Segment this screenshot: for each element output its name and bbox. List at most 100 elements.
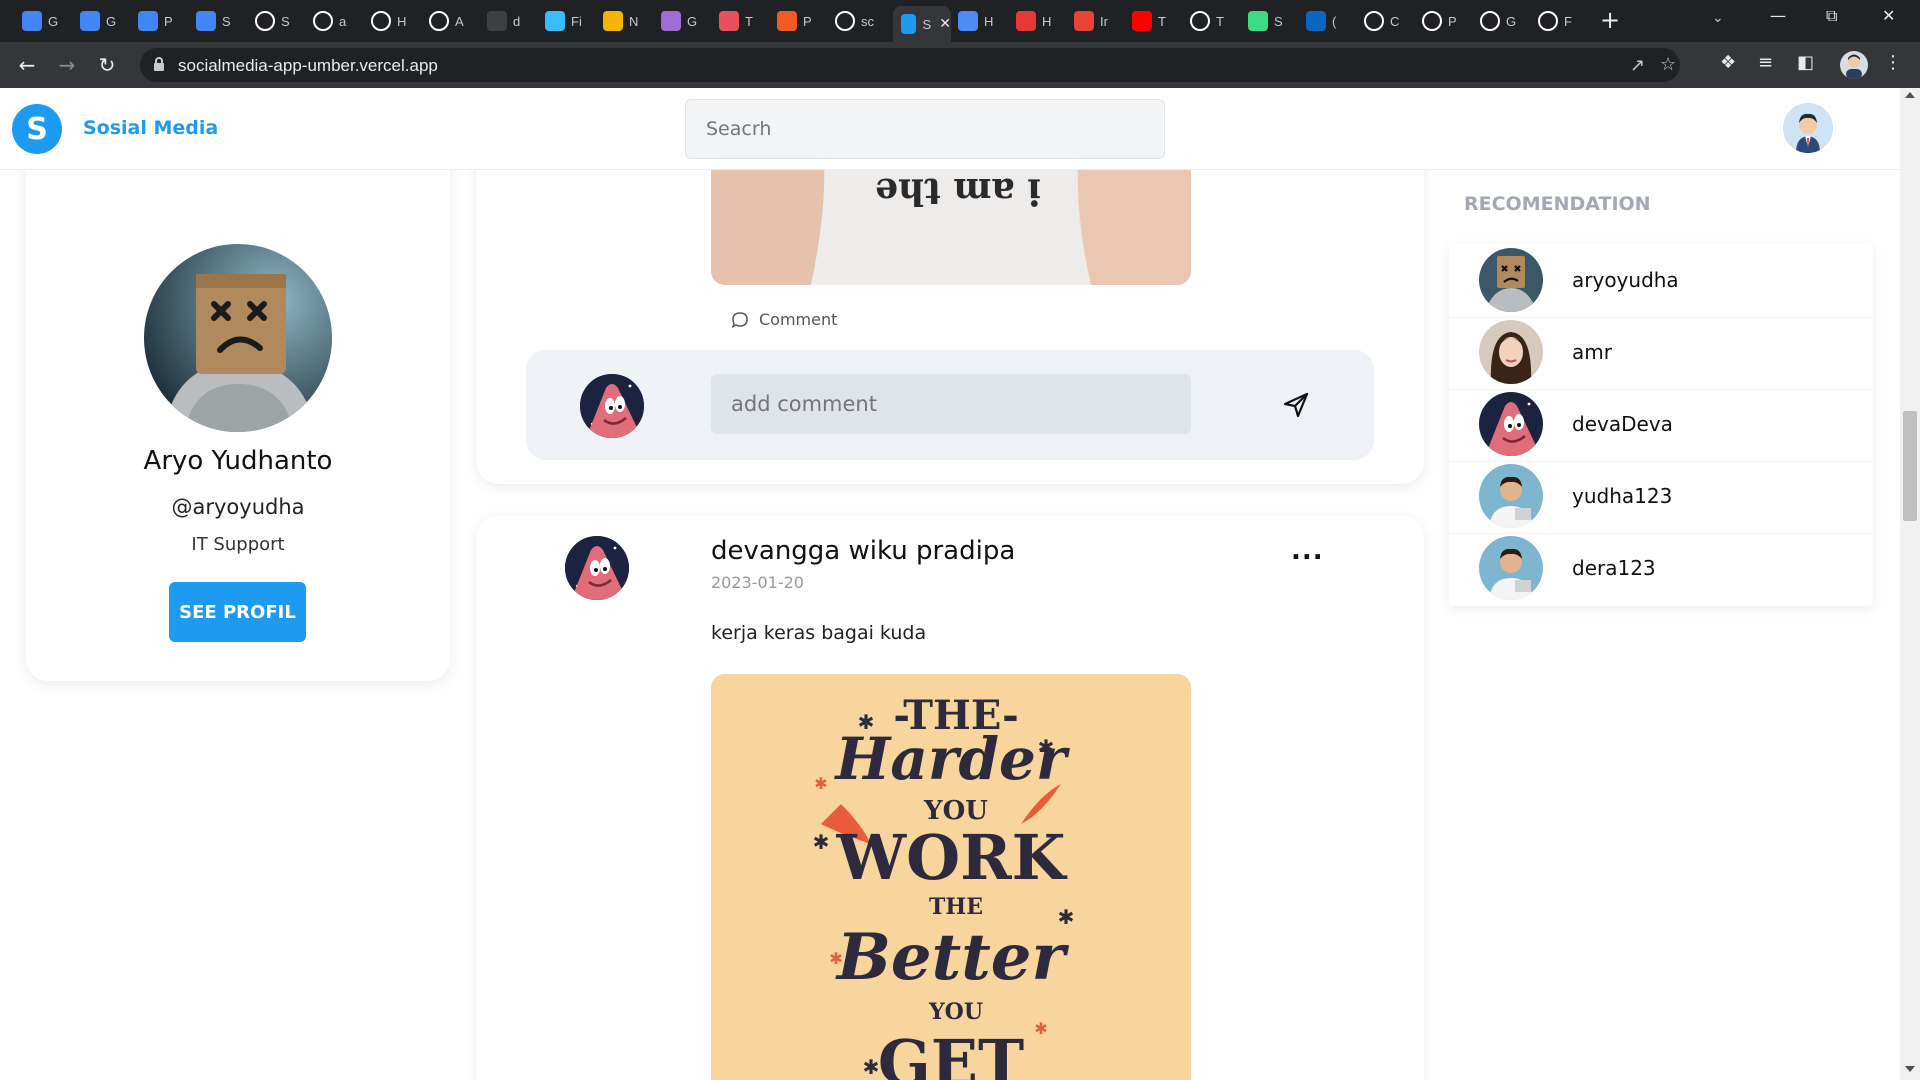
youtube-icon xyxy=(1132,11,1152,31)
browser-tab[interactable]: G xyxy=(653,8,701,34)
forward-arrow-icon[interactable]: → xyxy=(54,52,80,78)
comment-input[interactable] xyxy=(711,374,1191,434)
app-logo[interactable]: S xyxy=(12,104,62,154)
browser-tab[interactable]: H xyxy=(950,8,998,34)
tab-search-chevron-icon[interactable]: ⌄ xyxy=(1712,10,1724,26)
recommendation-username[interactable]: aryoyudha xyxy=(1572,268,1679,292)
recommendation-item[interactable]: devaDeva xyxy=(1449,390,1873,462)
browser-tab[interactable]: S xyxy=(1240,8,1288,34)
browser-tab-title: S xyxy=(1274,13,1283,29)
restore-button[interactable]: ⧉ xyxy=(1826,6,1837,26)
lock-icon xyxy=(154,57,164,71)
browser-tab[interactable]: A xyxy=(421,8,469,34)
svg-text:✱: ✱ xyxy=(813,830,830,854)
recommendation-avatar[interactable] xyxy=(1479,536,1543,600)
extensions-puzzle-icon[interactable]: ❖ xyxy=(1720,52,1736,73)
post-image[interactable]: ✱ ✱ ✱ ✱ ✱ ✱ ✱ ✱ -THE- Harder YOU WORK THE Be… xyxy=(711,674,1191,1080)
url-text[interactable]: socialmedia-app-umber.vercel.app xyxy=(178,56,438,76)
browser-tab-title: G xyxy=(1506,13,1517,29)
poster-line: THE xyxy=(929,894,983,920)
recommendation-avatar[interactable] xyxy=(1479,464,1543,528)
browser-tab-title: S xyxy=(281,13,290,29)
post-author-avatar[interactable] xyxy=(565,536,629,600)
recommendation-item[interactable]: amr xyxy=(1449,318,1873,390)
github-icon xyxy=(313,11,333,31)
browser-tab[interactable]: F xyxy=(1530,8,1578,34)
post-text: kerja keras bagai kuda xyxy=(711,622,927,644)
share-icon[interactable]: ↗ xyxy=(1630,55,1645,76)
recommendation-item[interactable]: aryoyudha xyxy=(1449,246,1873,318)
browser-tab[interactable]: P xyxy=(130,8,178,34)
page-scrollbar[interactable] xyxy=(1900,88,1920,1080)
recommendation-item[interactable]: dera123 xyxy=(1449,534,1873,606)
close-window-button[interactable]: ✕ xyxy=(1882,6,1895,25)
browser-tab[interactable]: P xyxy=(1414,8,1462,34)
browser-tab[interactable]: S xyxy=(188,8,236,34)
browser-tab[interactable]: P xyxy=(769,8,817,34)
browser-tab-title: a xyxy=(339,13,347,29)
more-options-icon[interactable]: ... xyxy=(1291,536,1324,566)
scroll-up-arrow-icon[interactable] xyxy=(1905,92,1915,98)
browser-tab-title: T xyxy=(1158,13,1166,29)
browser-tab[interactable]: H xyxy=(363,8,411,34)
browser-menu-icon[interactable]: ⋮ xyxy=(1884,52,1902,73)
recommendation-item[interactable]: yudha123 xyxy=(1449,462,1873,534)
reload-icon[interactable]: ↻ xyxy=(94,52,120,78)
scrollbar-thumb[interactable] xyxy=(1903,411,1917,521)
send-icon[interactable] xyxy=(1281,390,1311,420)
browser-tab[interactable]: G xyxy=(72,8,120,34)
browser-tab[interactable]: ( xyxy=(1298,8,1346,34)
postman-icon xyxy=(777,11,797,31)
recommendation-avatar[interactable] xyxy=(1479,320,1543,384)
browser-profile-avatar[interactable] xyxy=(1840,51,1868,79)
app-s-icon xyxy=(901,14,917,34)
linkedin-icon xyxy=(1306,11,1326,31)
comment-link[interactable]: Comment xyxy=(731,310,837,329)
browser-tab-title: G xyxy=(106,13,117,29)
browser-tab-title: G xyxy=(48,13,59,29)
scroll-down-arrow-icon[interactable] xyxy=(1905,1066,1915,1072)
media-queue-icon[interactable]: ≡ xyxy=(1758,52,1773,73)
address-bar[interactable]: socialmedia-app-umber.vercel.app ↗ ☆ xyxy=(140,48,1680,82)
brand-name[interactable]: Sosial Media xyxy=(83,117,218,139)
browser-tab[interactable]: d xyxy=(479,8,527,34)
browser-tab[interactable]: a xyxy=(305,8,353,34)
side-panel-icon[interactable]: ◧ xyxy=(1797,52,1814,73)
browser-tab[interactable]: T xyxy=(711,8,759,34)
poster-line: WORK xyxy=(835,821,1067,894)
bookmark-star-icon[interactable]: ☆ xyxy=(1660,54,1676,75)
browser-tab[interactable]: S xyxy=(247,8,295,34)
browser-tab[interactable]: Ir xyxy=(1066,8,1114,34)
browser-tab[interactable]: Fi xyxy=(537,8,585,34)
comment-composer xyxy=(526,350,1374,460)
browser-tab-title: ( xyxy=(1332,13,1337,29)
recommendation-username[interactable]: dera123 xyxy=(1572,556,1656,580)
browser-tab[interactable]: G xyxy=(1472,8,1520,34)
see-profile-button[interactable]: SEE PROFIL xyxy=(169,582,306,642)
dev-icon xyxy=(1190,11,1210,31)
browser-tab[interactable]: T xyxy=(1124,8,1172,34)
browser-tab-title: N xyxy=(629,13,639,29)
new-tab-button[interactable]: + xyxy=(1600,6,1620,34)
back-arrow-icon[interactable]: ← xyxy=(14,52,40,78)
browser-tab[interactable]: N xyxy=(595,8,643,34)
browser-tab[interactable]: sc xyxy=(827,8,875,34)
minimize-button[interactable]: — xyxy=(1770,6,1786,25)
post-author-name[interactable]: devangga wiku pradipa xyxy=(711,536,1015,566)
browser-tab[interactable]: T xyxy=(1182,8,1230,34)
browser-tab[interactable]: H xyxy=(1008,8,1056,34)
recommendation-avatar[interactable] xyxy=(1479,392,1543,456)
post-date: 2023-01-20 xyxy=(711,573,804,592)
search-input[interactable] xyxy=(685,99,1165,159)
recommendation-username[interactable]: devaDeva xyxy=(1572,412,1673,436)
recommendation-avatar[interactable] xyxy=(1479,248,1543,312)
profile-handle: @aryoyudha xyxy=(171,495,305,519)
browser-tab[interactable]: G xyxy=(14,8,62,34)
user-avatar[interactable] xyxy=(1783,103,1833,153)
recommendation-username[interactable]: yudha123 xyxy=(1572,484,1672,508)
post-card: devangga wiku pradipa 2023-01-20 ... ker… xyxy=(476,516,1424,1080)
pokeball-icon xyxy=(1016,11,1036,31)
recommendation-username[interactable]: amr xyxy=(1572,340,1612,364)
browser-tab[interactable]: S ✕ xyxy=(893,6,951,42)
browser-tab[interactable]: C xyxy=(1356,8,1404,34)
